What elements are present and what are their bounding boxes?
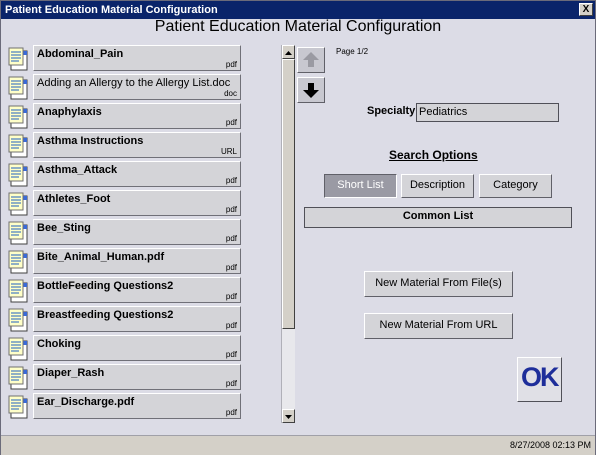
material-row[interactable]: Ear_Discharge.pdfpdf (6, 393, 282, 420)
material-button[interactable]: Adding an Allergy to the Allergy List.do… (33, 74, 241, 100)
material-row[interactable]: Choking pdf (6, 335, 282, 362)
material-name: Choking (37, 338, 81, 350)
material-type: pdf (225, 176, 237, 185)
material-row[interactable]: Bite_Animal_Human.pdfpdf (6, 248, 282, 275)
material-button[interactable]: Breastfeeding Questions2 pdf (33, 306, 241, 332)
triangle-down-icon (285, 415, 292, 419)
status-bar: 8/27/2008 02:13 PM (1, 435, 595, 455)
document-icon (8, 105, 30, 129)
material-type: pdf (225, 292, 237, 301)
material-name: Anaphylaxis (37, 106, 102, 118)
material-name: Bite_Animal_Human.pdf (37, 251, 165, 263)
document-icon (8, 47, 30, 71)
document-icon (8, 366, 30, 390)
material-row[interactable]: Diaper_Rashpdf (6, 364, 282, 391)
document-icon (8, 395, 30, 419)
page-indicator: Page 1/2 (336, 47, 369, 56)
page-title: Patient Education Material Configuration (154, 18, 442, 35)
arrow-down-icon (303, 83, 319, 98)
material-name: Diaper_Rash (37, 367, 105, 379)
page-up-button[interactable] (297, 47, 325, 73)
material-button[interactable]: Bee_Stingpdf (33, 219, 241, 245)
document-icon (8, 192, 30, 216)
material-type: pdf (225, 205, 237, 214)
scroll-up-button[interactable] (282, 45, 295, 59)
material-button[interactable]: Athletes_Footpdf (33, 190, 241, 216)
document-icon (8, 279, 30, 303)
application-window: Patient Education Material Configuration… (0, 0, 596, 455)
status-datetime: 8/27/2008 02:13 PM (509, 440, 591, 450)
category-button[interactable]: Category (479, 174, 552, 198)
material-button[interactable]: Choking pdf (33, 335, 241, 361)
material-row[interactable]: Anaphylaxis pdf (6, 103, 282, 130)
specialty-field[interactable]: Pediatrics (416, 103, 559, 122)
document-icon (8, 308, 30, 332)
material-name: Ear_Discharge.pdf (37, 396, 135, 408)
material-name: Abdominal_Pain (37, 48, 124, 60)
new-material-from-url-button[interactable]: New Material From URL (364, 313, 513, 339)
new-material-from-file-button[interactable]: New Material From File(s) (364, 271, 513, 297)
material-type: pdf (225, 379, 237, 388)
document-icon (8, 76, 30, 100)
document-icon (8, 221, 30, 245)
list-scrollbar[interactable] (281, 45, 295, 423)
material-row[interactable]: Breastfeeding Questions2 pdf (6, 306, 282, 333)
material-name: Adding an Allergy to the Allergy List.do… (37, 77, 231, 89)
material-type: pdf (225, 408, 237, 417)
common-list-header[interactable]: Common List (304, 207, 572, 228)
close-icon: X (582, 4, 590, 15)
material-list: Abdominal_Painpdf Adding an Allergy to th… (6, 45, 282, 423)
material-type: pdf (225, 321, 237, 330)
material-button[interactable]: Asthma_Attackpdf (33, 161, 241, 187)
material-type: doc (224, 89, 237, 98)
material-type: pdf (225, 350, 237, 359)
material-row[interactable]: Asthma_Attackpdf (6, 161, 282, 188)
material-button[interactable]: Bite_Animal_Human.pdfpdf (33, 248, 241, 274)
short-list-button[interactable]: Short List (324, 174, 397, 198)
material-name: Breastfeeding Questions2 (37, 309, 174, 321)
page-down-button[interactable] (297, 77, 325, 103)
material-type: pdf (225, 60, 237, 69)
material-button[interactable]: Abdominal_Painpdf (33, 45, 241, 71)
document-icon (8, 250, 30, 274)
ok-label: OK (521, 362, 559, 392)
material-name: Athletes_Foot (37, 193, 111, 205)
material-name: BottleFeeding Questions2 (37, 280, 174, 292)
close-button[interactable]: X (579, 3, 593, 16)
material-row[interactable]: Adding an Allergy to the Allergy List.do… (6, 74, 282, 101)
material-row[interactable]: BottleFeeding Questions2 pdf (6, 277, 282, 304)
material-row[interactable]: Athletes_Footpdf (6, 190, 282, 217)
material-button[interactable]: Ear_Discharge.pdfpdf (33, 393, 241, 419)
material-row[interactable]: Asthma Instructions URL (6, 132, 282, 159)
scroll-down-button[interactable] (282, 409, 295, 423)
arrow-up-icon (303, 52, 319, 67)
material-type: pdf (225, 118, 237, 127)
triangle-up-icon (285, 51, 292, 55)
document-icon (8, 163, 30, 187)
material-name: Asthma Instructions (37, 135, 144, 147)
material-button[interactable]: Diaper_Rashpdf (33, 364, 241, 390)
material-type: URL (220, 147, 237, 156)
scroll-thumb[interactable] (282, 59, 295, 329)
description-button[interactable]: Description (401, 174, 474, 198)
material-button[interactable]: Anaphylaxis pdf (33, 103, 241, 129)
material-name: Bee_Sting (37, 222, 91, 234)
ok-button[interactable]: OK (517, 357, 562, 402)
specialty-label: Specialty: (367, 105, 419, 117)
title-bar: Patient Education Material Configuration… (1, 1, 595, 19)
material-name: Asthma_Attack (37, 164, 118, 176)
document-icon (8, 134, 30, 158)
material-button[interactable]: BottleFeeding Questions2 pdf (33, 277, 241, 303)
material-row[interactable]: Bee_Stingpdf (6, 219, 282, 246)
material-type: pdf (225, 263, 237, 272)
material-button[interactable]: Asthma Instructions URL (33, 132, 241, 158)
document-icon (8, 337, 30, 361)
material-row[interactable]: Abdominal_Painpdf (6, 45, 282, 72)
material-type: pdf (225, 234, 237, 243)
window-title: Patient Education Material Configuration (5, 4, 218, 16)
search-options-heading: Search Options (389, 148, 478, 162)
